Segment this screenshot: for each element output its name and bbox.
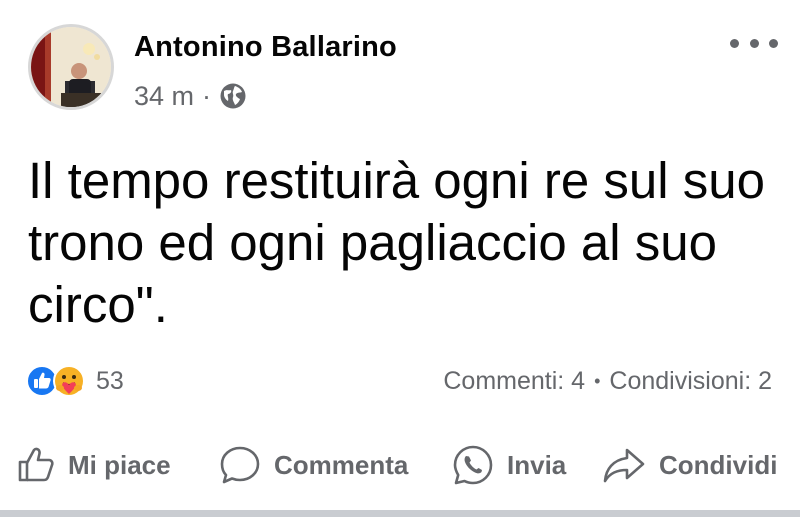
reactions-summary[interactable]: 53: [26, 364, 124, 398]
shares-count[interactable]: Condivisioni: 2: [609, 367, 772, 396]
more-dot: [769, 38, 778, 48]
post-author[interactable]: Antonino Ballarino: [134, 31, 397, 64]
share-label: Condividi: [659, 449, 778, 480]
comment-button[interactable]: Commenta: [218, 438, 408, 492]
facebook-post: Antonino Ballarino 34 m · Il tempo resti…: [0, 0, 800, 517]
share-button[interactable]: Condividi: [601, 438, 777, 492]
more-dot: [730, 38, 739, 48]
post-divider: [0, 510, 800, 517]
like-button[interactable]: Mi piace: [16, 438, 171, 492]
action-bar: Mi piace Commenta Invia Condividi: [0, 438, 800, 492]
engagement-stats: Commenti: 4 • Condivisioni: 2: [443, 366, 772, 396]
reaction-count: 53: [96, 366, 124, 395]
post-meta: 34 m ·: [134, 80, 247, 112]
whatsapp-icon: [453, 445, 493, 485]
thumbs-up-icon: [18, 447, 54, 482]
more-dot: [749, 38, 759, 48]
profile-photo: [31, 27, 111, 107]
stats-separator: •: [594, 370, 601, 391]
comment-bubble-icon: [220, 446, 260, 484]
comments-count[interactable]: Commenti: 4: [443, 367, 585, 396]
send-label: Invia: [507, 449, 567, 480]
globe-icon[interactable]: [219, 82, 247, 110]
more-options-icon[interactable]: [730, 30, 778, 56]
send-button[interactable]: Invia: [451, 438, 566, 492]
care-reaction-icon: [53, 365, 85, 397]
share-arrow-icon: [603, 448, 645, 483]
meta-separator: ·: [202, 80, 212, 111]
comment-label: Commenta: [274, 449, 409, 480]
avatar[interactable]: [28, 24, 114, 110]
post-text: Il tempo restituirà ogni re sul suo tron…: [28, 152, 766, 333]
post-time[interactable]: 34 m: [134, 81, 194, 112]
like-label: Mi piace: [68, 449, 171, 480]
